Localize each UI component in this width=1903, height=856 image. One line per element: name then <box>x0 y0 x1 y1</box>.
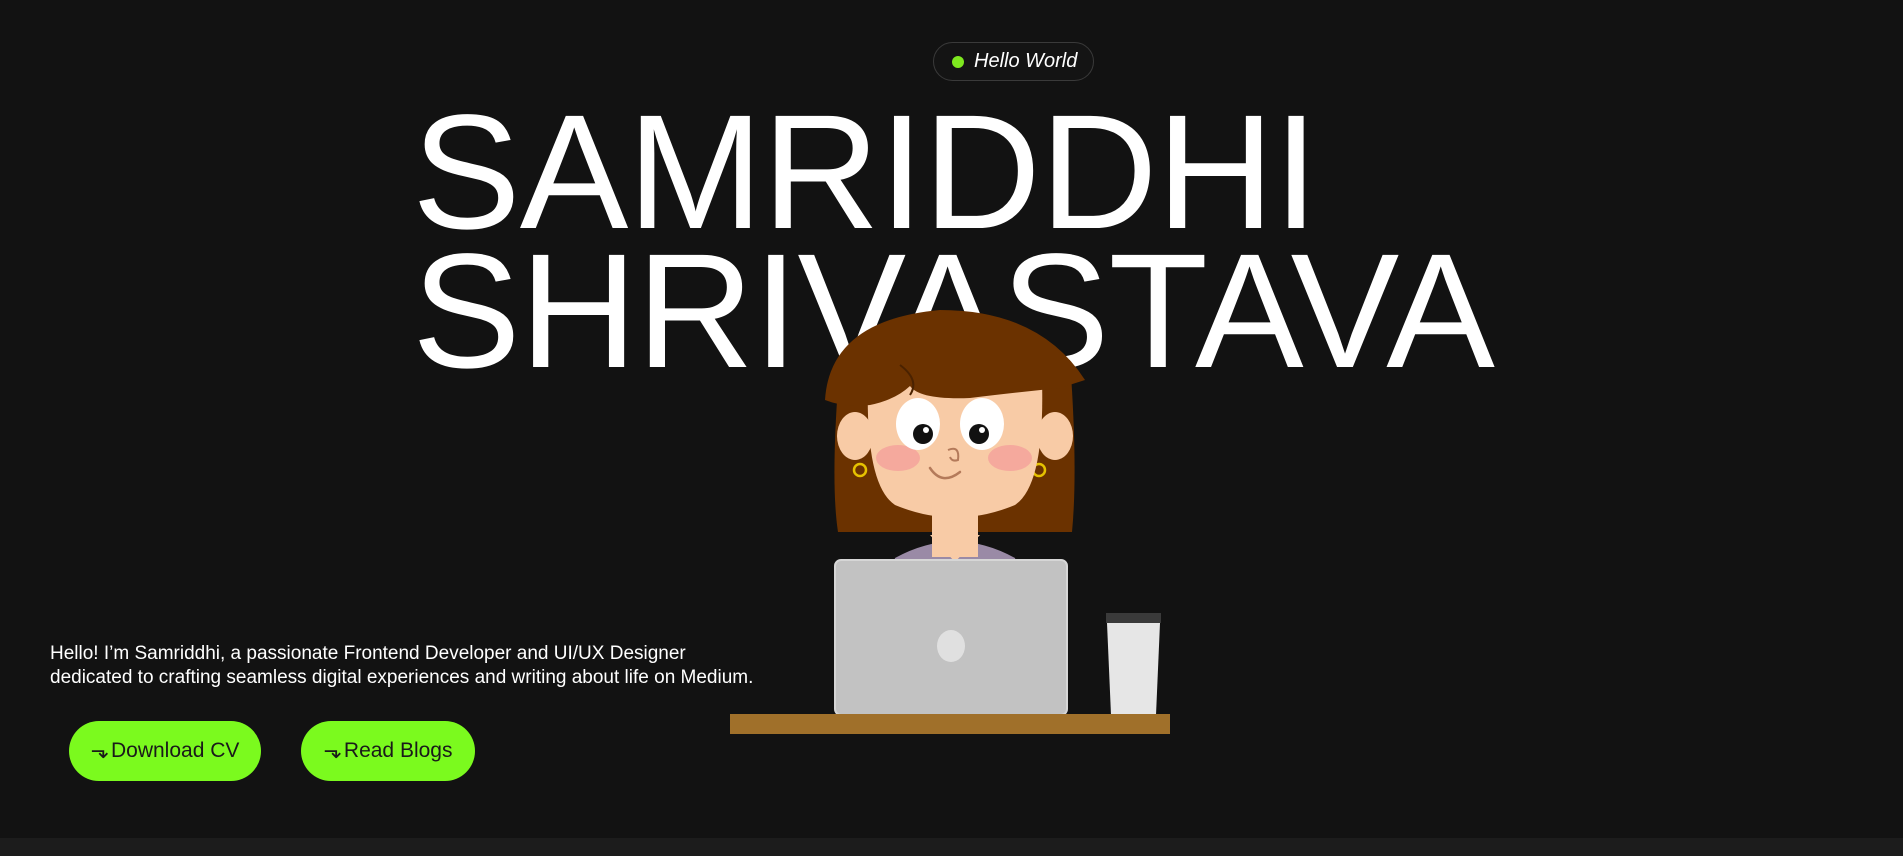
read-blogs-label: Read Blogs <box>343 739 453 762</box>
hero-section: Hello World SAMRIDDHI SHRIVASTAVA <box>0 0 1903 838</box>
download-cv-button[interactable]: ⬎ Download CV <box>69 721 261 781</box>
girl-with-laptop-illustration <box>730 310 1170 734</box>
intro-line-1: Hello! I’m Samriddhi, a passionate Front… <box>50 643 686 664</box>
badge-label: Hello World <box>974 50 1078 72</box>
hello-world-badge: Hello World <box>933 42 1094 81</box>
read-blogs-button[interactable]: ⬎ Read Blogs <box>301 721 475 781</box>
download-cv-label: Download CV <box>110 739 240 762</box>
arrow-down-right-icon: ⬎ <box>323 738 342 763</box>
page-bottom-edge <box>0 838 1903 856</box>
intro-paragraph: Hello! I’m Samriddhi, a passionate Front… <box>50 642 770 690</box>
status-dot-icon <box>952 55 964 68</box>
intro-line-2: dedicated to crafting seamless digital e… <box>50 667 754 688</box>
arrow-down-right-icon: ⬎ <box>90 738 109 763</box>
